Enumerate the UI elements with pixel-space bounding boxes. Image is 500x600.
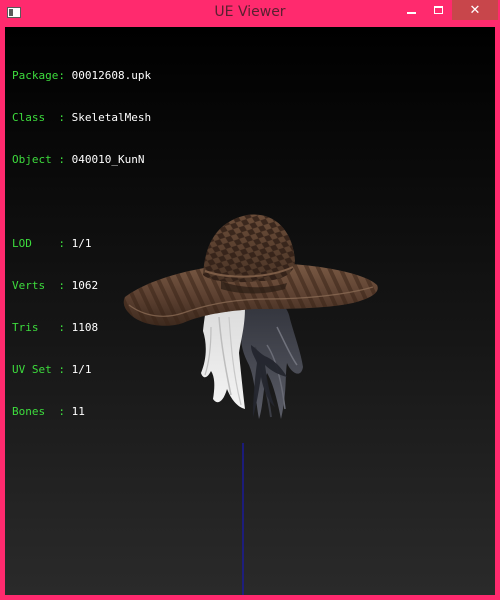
info-row-bones: Bones : 11 [12,405,151,419]
info-value: 11 [71,405,85,418]
info-row-verts: Verts : 1062 [12,279,151,293]
maximize-icon [433,6,443,14]
info-label: Tris : [12,321,65,334]
info-value: SkeletalMesh [71,111,152,124]
minimize-button[interactable] [396,0,426,20]
info-label: Class : [12,111,65,124]
info-label: LOD : [12,237,65,250]
maximize-button[interactable] [424,0,452,20]
minimize-icon [406,12,416,14]
info-value: 00012608.upk [71,69,152,82]
info-row-tris: Tris : 1108 [12,321,151,335]
info-value: 1062 [71,279,99,292]
3d-viewport[interactable]: Package: 00012608.upk Class : SkeletalMe… [5,27,495,595]
close-icon: ✕ [469,2,481,18]
info-label: UV Set : [12,363,65,376]
app-window: UE Viewer ✕ Package: 00012608.upk Class … [0,0,500,600]
info-value: 1108 [71,321,99,334]
info-row-lod: LOD : 1/1 [12,237,151,251]
info-label: Object : [12,153,65,166]
info-row-uvset: UV Set : 1/1 [12,363,151,377]
info-label: Package: [12,69,65,82]
info-row-package: Package: 00012608.upk [12,69,151,83]
info-label: Bones : [12,405,65,418]
info-row-class: Class : SkeletalMesh [12,111,151,125]
info-value: 1/1 [71,237,92,250]
title-bar[interactable]: UE Viewer ✕ [0,0,500,27]
info-label: Verts : [12,279,65,292]
mesh-info-panel: Package: 00012608.upk Class : SkeletalMe… [12,41,151,447]
info-row-object: Object : 040010_KunN [12,153,151,167]
close-button[interactable]: ✕ [452,0,498,20]
info-value: 1/1 [71,363,92,376]
info-value: 040010_KunN [71,153,145,166]
